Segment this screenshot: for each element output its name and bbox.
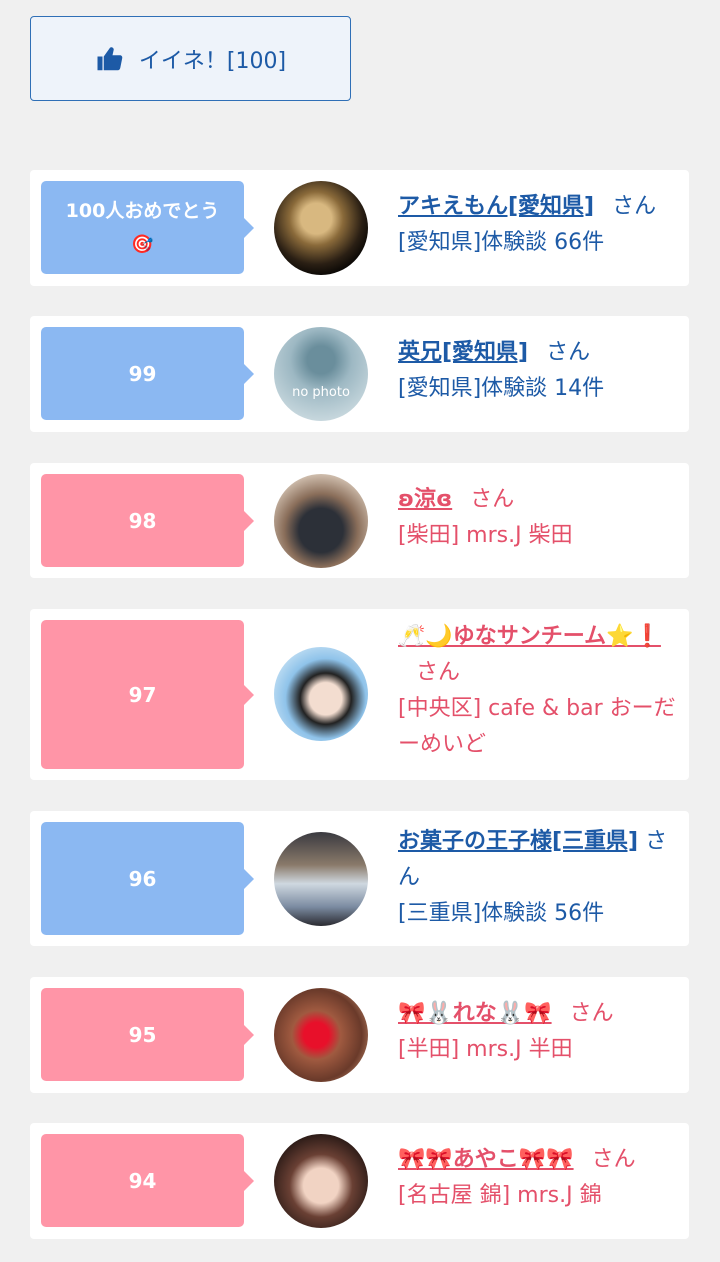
user-name-link[interactable]: ʚ涼ɞ [398,487,452,512]
user-name-link[interactable]: 🎀🐰れな🐰🎀 [398,1001,552,1026]
rank-badge: 99 [41,327,254,420]
target-icon: 🎯 [131,233,154,255]
entry-info: ʚ涼ɞ さん [柴田] mrs.J 柴田 [398,482,679,554]
user-subtext: [名古屋 錦] mrs.J 錦 [398,1183,602,1208]
user-subtext: [柴田] mrs.J 柴田 [398,523,573,548]
honorific: さん [416,660,461,685]
user-name-link[interactable]: アキえもん[愛知県] [398,194,594,219]
thumbs-up-icon [97,46,123,70]
honorific: さん [591,1147,636,1172]
list-item: 100人おめでとう 🎯 アキえもん[愛知県] さん [愛知県]体験談 66件 [30,170,689,286]
rank-badge: 98 [41,474,254,567]
honorific: さん [546,340,591,365]
honorific: さん [470,487,515,512]
entry-info: 英兄[愛知県] さん [愛知県]体験談 14件 [398,335,679,407]
avatar[interactable] [274,1134,368,1228]
avatar[interactable] [274,832,368,926]
badge-text: 100人おめでとう [65,199,220,222]
honorific: さん [569,1001,614,1026]
entry-info: お菓子の王子様[三重県] さん [三重県]体験談 56件 [398,824,679,932]
list-item: 95 🎀🐰れな🐰🎀 さん [半田] mrs.J 半田 [30,977,689,1093]
user-subtext: [三重県]体験談 56件 [398,901,605,926]
entry-info: 🎀🐰れな🐰🎀 さん [半田] mrs.J 半田 [398,996,679,1068]
rank-badge: 96 [41,822,254,935]
user-name-link[interactable]: 英兄[愛知県] [398,340,528,365]
user-name-link[interactable]: 🎀🎀あやこ🎀🎀 [398,1147,574,1172]
avatar[interactable] [274,647,368,741]
list-item: 99 no photo 英兄[愛知県] さん [愛知県]体験談 14件 [30,316,689,432]
entry-info: 🥂🌙ゆなサンチーム⭐❗ さん [中央区] cafe & bar おーだーめいど [398,619,679,763]
avatar[interactable]: no photo [274,327,368,421]
no-photo-text: no photo [292,385,350,400]
list-item: 94 🎀🎀あやこ🎀🎀 さん [名古屋 錦] mrs.J 錦 [30,1123,689,1239]
user-subtext: [中央区] cafe & bar おーだーめいど [398,696,676,757]
entry-info: 🎀🎀あやこ🎀🎀 さん [名古屋 錦] mrs.J 錦 [398,1142,679,1214]
rank-badge: 95 [41,988,254,1081]
user-subtext: [愛知県]体験談 14件 [398,376,605,401]
user-subtext: [半田] mrs.J 半田 [398,1037,573,1062]
user-name-link[interactable]: 🥂🌙ゆなサンチーム⭐❗ [398,624,661,649]
like-button[interactable]: イイネ！[100] [30,16,351,101]
entry-info: アキえもん[愛知県] さん [愛知県]体験談 66件 [398,189,679,261]
avatar[interactable] [274,474,368,568]
rank-badge: 94 [41,1134,254,1227]
like-button-label: イイネ！[100] [138,48,287,74]
avatar[interactable] [274,988,368,1082]
rank-badge: 97 [41,620,254,769]
list-item: 96 お菓子の王子様[三重県] さん [三重県]体験談 56件 [30,811,689,946]
list-item: 97 🥂🌙ゆなサンチーム⭐❗ さん [中央区] cafe & bar おーだーめい… [30,609,689,780]
honorific: さん [612,194,657,219]
list-item: 98 ʚ涼ɞ さん [柴田] mrs.J 柴田 [30,463,689,578]
avatar[interactable] [274,181,368,275]
user-name-link[interactable]: お菓子の王子様[三重県] [398,829,638,854]
rank-badge: 100人おめでとう 🎯 [41,181,254,274]
user-subtext: [愛知県]体験談 66件 [398,230,605,255]
